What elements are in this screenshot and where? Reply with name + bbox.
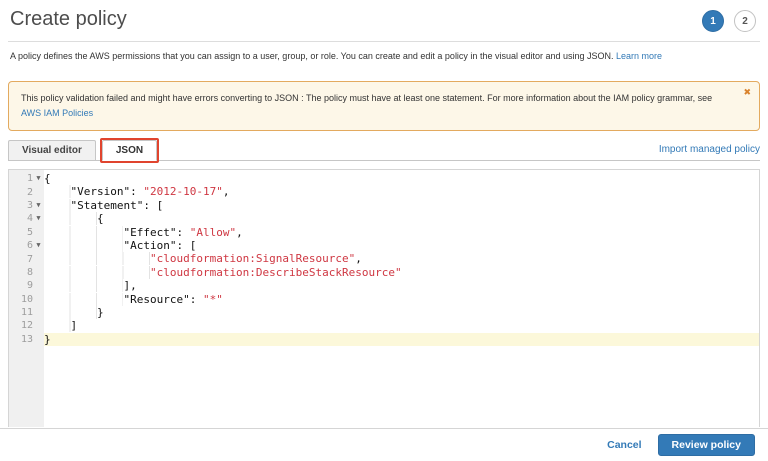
fold-caret-icon[interactable]: ▼ <box>33 239 44 252</box>
json-plain-token: } <box>44 333 51 346</box>
code-line[interactable]: "cloudformation:SignalResource", <box>44 252 759 265</box>
gutter-cell: 5 <box>9 226 44 239</box>
json-plain-token: "Resource": <box>123 293 202 306</box>
gutter-cell: 11 <box>9 306 44 319</box>
fold-caret-icon[interactable]: ▼ <box>33 172 44 185</box>
gutter-line-number: 12 <box>21 320 33 331</box>
gutter-cell: 13 <box>9 333 44 346</box>
step-indicator-1: 1 <box>702 10 724 32</box>
code-line[interactable]: "Statement": [ <box>44 199 759 212</box>
code-line[interactable]: "Resource": "*" <box>44 293 759 306</box>
editor-gutter: 1▼ 23▼4▼ 56▼ 7 8 9 10 11 12 13 <box>9 170 44 427</box>
json-plain-token: "Statement": [ <box>71 199 164 212</box>
gutter-line-number: 5 <box>27 227 33 238</box>
intro-description: A policy defines the AWS permissions tha… <box>10 51 616 61</box>
code-line[interactable]: "Effect": "Allow", <box>44 226 759 239</box>
code-line[interactable]: "Version": "2012-10-17", <box>44 185 759 198</box>
indent-whitespace <box>44 239 123 252</box>
indent-whitespace <box>44 319 71 332</box>
gutter-line-number: 10 <box>21 294 33 305</box>
indent-whitespace <box>44 199 71 212</box>
indent-whitespace <box>44 212 97 225</box>
gutter-cell: 12 <box>9 319 44 332</box>
editor-code-area[interactable]: { "Version": "2012-10-17", "Statement": … <box>44 170 759 427</box>
code-line[interactable]: { <box>44 212 759 225</box>
gutter-cell: 6▼ <box>9 239 44 252</box>
code-line[interactable]: "Action": [ <box>44 239 759 252</box>
indent-whitespace <box>44 252 150 265</box>
json-plain-token: , <box>236 226 243 239</box>
json-string-token: "2012-10-17" <box>143 185 222 198</box>
json-string-token: "cloudformation:SignalResource" <box>150 252 355 265</box>
gutter-cell: 4▼ <box>9 212 44 225</box>
review-policy-button[interactable]: Review policy <box>658 434 755 456</box>
learn-more-link[interactable]: Learn more <box>616 51 662 61</box>
indent-whitespace <box>44 293 123 306</box>
gutter-cell: 2 <box>9 185 44 198</box>
gutter-cell: 1▼ <box>9 172 44 185</box>
tab-json[interactable]: JSON <box>102 140 157 161</box>
json-plain-token: "Action": [ <box>123 239 196 252</box>
json-plain-token: { <box>97 212 104 225</box>
page-header: Create policy 12 <box>0 0 768 32</box>
code-line[interactable]: } <box>44 333 759 346</box>
code-line[interactable]: } <box>44 306 759 319</box>
gutter-line-number: 7 <box>27 254 33 265</box>
gutter-cell: 3▼ <box>9 199 44 212</box>
tab-bar: Visual editor JSON Import managed policy <box>8 140 760 161</box>
header-divider <box>8 41 760 42</box>
indent-whitespace <box>44 306 97 319</box>
json-plain-token: } <box>97 306 104 319</box>
import-managed-policy-link[interactable]: Import managed policy <box>659 144 760 160</box>
create-policy-page: Create policy 12 A policy defines the AW… <box>0 0 768 461</box>
json-plain-token: ], <box>123 279 136 292</box>
gutter-line-number: 9 <box>27 280 33 291</box>
iam-policies-link[interactable]: AWS IAM Policies <box>21 108 93 118</box>
code-line[interactable]: ] <box>44 319 759 332</box>
gutter-cell: 9 <box>9 279 44 292</box>
json-plain-token: , <box>355 252 362 265</box>
json-string-token: "*" <box>203 293 223 306</box>
tab-visual-editor[interactable]: Visual editor <box>8 140 96 161</box>
json-plain-token: "Effect": <box>123 226 189 239</box>
code-line[interactable]: "cloudformation:DescribeStackResource" <box>44 266 759 279</box>
gutter-line-number: 11 <box>21 307 33 318</box>
code-line[interactable]: { <box>44 172 759 185</box>
close-icon[interactable]: ✖ <box>743 87 751 97</box>
validation-warning-banner: This policy validation failed and might … <box>8 81 760 131</box>
json-plain-token: "Version": <box>71 185 144 198</box>
gutter-cell: 7 <box>9 252 44 265</box>
gutter-line-number: 8 <box>27 267 33 278</box>
fold-caret-icon[interactable]: ▼ <box>33 199 44 212</box>
json-plain-token: , <box>223 185 230 198</box>
progress-steps: 12 <box>702 8 758 32</box>
tab-label: Visual editor <box>22 145 82 156</box>
indent-whitespace <box>44 185 71 198</box>
page-title: Create policy <box>10 8 127 31</box>
indent-whitespace <box>44 226 123 239</box>
gutter-line-number: 13 <box>21 334 33 345</box>
json-plain-token: { <box>44 172 51 185</box>
cancel-button[interactable]: Cancel <box>607 439 641 451</box>
code-line[interactable]: ], <box>44 279 759 292</box>
tab-label: JSON <box>116 145 143 156</box>
indent-whitespace <box>44 266 150 279</box>
fold-caret-icon[interactable]: ▼ <box>33 212 44 225</box>
gutter-line-number: 2 <box>27 187 33 198</box>
tab-bar-tabs: Visual editor JSON <box>8 140 157 160</box>
json-string-token: "cloudformation:DescribeStackResource" <box>150 266 402 279</box>
indent-whitespace <box>44 279 123 292</box>
warning-message: This policy validation failed and might … <box>21 93 712 103</box>
json-editor[interactable]: 1▼ 23▼4▼ 56▼ 7 8 9 10 11 12 13 { "Version": "2012… <box>8 169 760 427</box>
gutter-cell: 10 <box>9 293 44 306</box>
json-string-token: "Allow" <box>190 226 236 239</box>
json-plain-token: ] <box>71 319 78 332</box>
gutter-cell: 8 <box>9 266 44 279</box>
footer-bar: Cancel Review policy <box>0 428 768 461</box>
intro-text: A policy defines the AWS permissions tha… <box>10 51 758 61</box>
step-indicator-2: 2 <box>734 10 756 32</box>
